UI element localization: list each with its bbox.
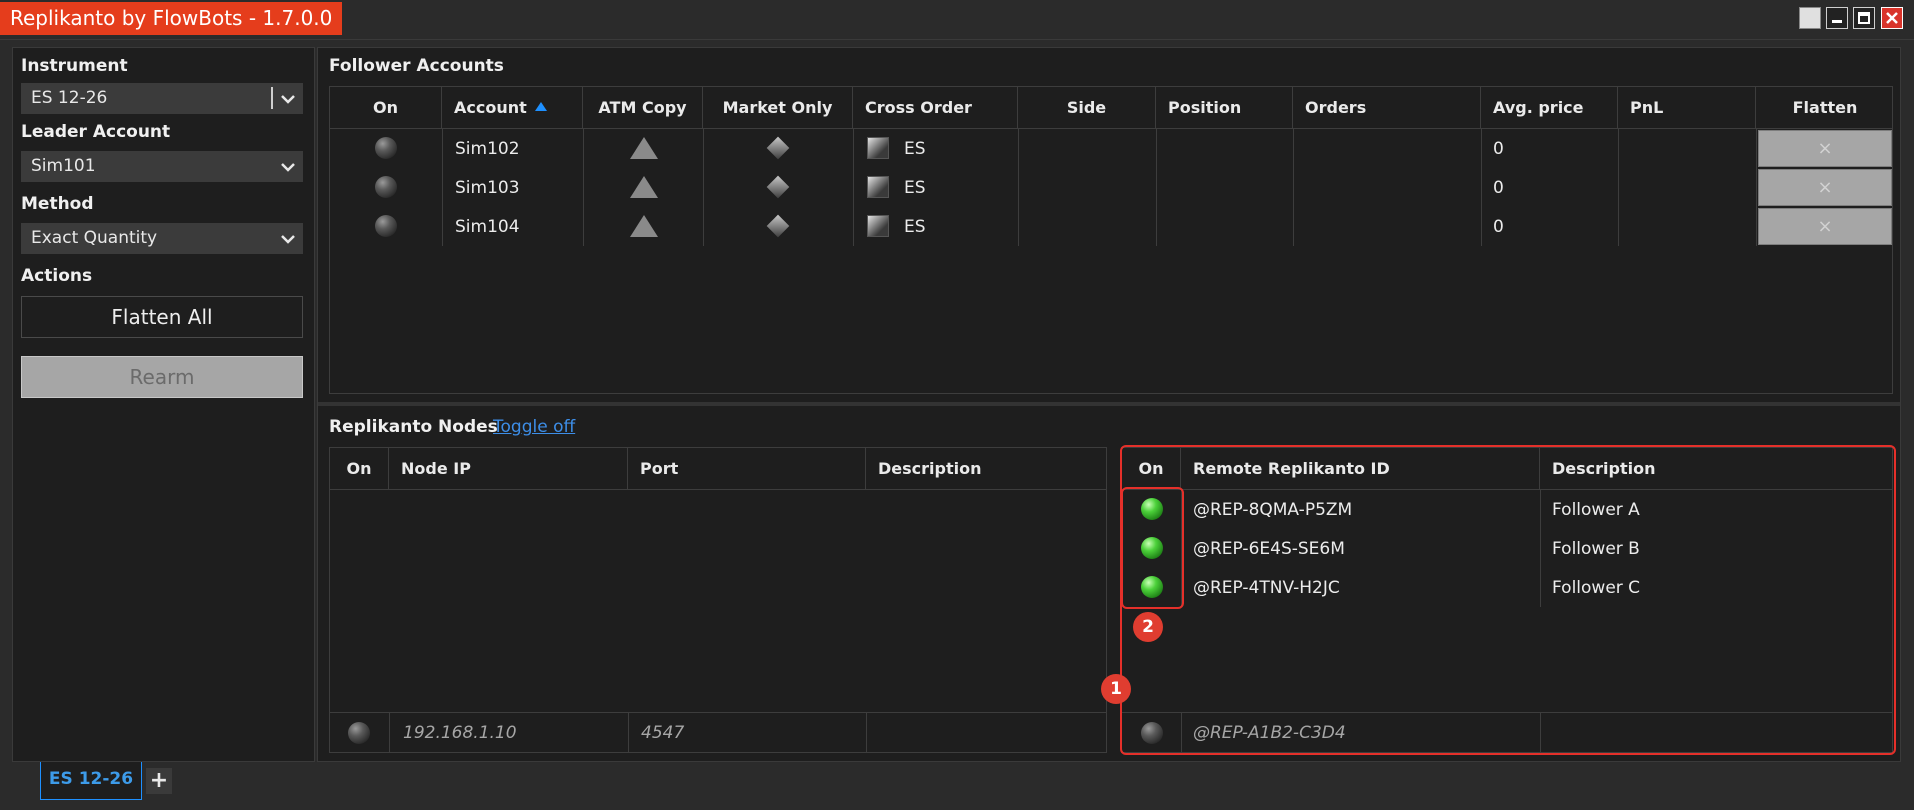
account-cell: Sim104 bbox=[455, 217, 520, 237]
col-header-orders[interactable]: Orders bbox=[1293, 87, 1481, 128]
avg-price-cell: 0 bbox=[1493, 217, 1504, 237]
maximize-button[interactable] bbox=[1853, 7, 1875, 29]
column-divider bbox=[1618, 128, 1619, 246]
on-toggle[interactable] bbox=[375, 176, 397, 198]
leader-account-value: Sim101 bbox=[31, 156, 96, 176]
column-divider bbox=[866, 713, 867, 753]
atm-copy-toggle[interactable] bbox=[630, 176, 658, 198]
leader-account-label: Leader Account bbox=[21, 122, 171, 142]
col-header-flatten[interactable]: Flatten bbox=[1756, 87, 1894, 128]
new-node-ip-input[interactable]: 192.168.1.10 bbox=[403, 723, 517, 743]
flatten-row-button[interactable]: × bbox=[1758, 169, 1892, 206]
flatten-row-button[interactable]: × bbox=[1758, 130, 1892, 167]
chevron-down-icon[interactable] bbox=[279, 90, 297, 108]
column-divider bbox=[442, 128, 443, 246]
close-button[interactable] bbox=[1881, 7, 1903, 29]
combo-separator bbox=[271, 87, 273, 109]
panel-splitter[interactable] bbox=[318, 402, 1900, 406]
column-divider bbox=[583, 128, 584, 246]
maximize-icon bbox=[1854, 8, 1874, 28]
atm-copy-toggle[interactable] bbox=[630, 215, 658, 237]
col-header-pnl[interactable]: PnL bbox=[1618, 87, 1756, 128]
method-value: Exact Quantity bbox=[31, 228, 158, 248]
col-header-description[interactable]: Description bbox=[866, 448, 1107, 489]
column-divider bbox=[703, 128, 704, 246]
cross-order-checkbox[interactable] bbox=[867, 215, 889, 237]
column-divider bbox=[1156, 128, 1157, 246]
col-header-cross-order[interactable]: Cross Order bbox=[853, 87, 1018, 128]
minimize-button[interactable] bbox=[1826, 7, 1848, 29]
column-divider bbox=[389, 713, 390, 753]
market-only-toggle[interactable] bbox=[766, 214, 790, 238]
instrument-label: Instrument bbox=[21, 56, 128, 76]
col-header-avg-price[interactable]: Avg. price bbox=[1481, 87, 1618, 128]
follower-accounts-title: Follower Accounts bbox=[329, 56, 504, 76]
follower-accounts-grid: On Account ATM Copy Market Only Cross Or… bbox=[329, 86, 1893, 394]
col-header-market-only[interactable]: Market Only bbox=[703, 87, 853, 128]
avg-price-cell: 0 bbox=[1493, 139, 1504, 159]
chevron-down-icon bbox=[281, 235, 295, 244]
on-toggle[interactable] bbox=[375, 215, 397, 237]
column-divider bbox=[1018, 128, 1019, 246]
tab-es-12-26[interactable]: ES 12-26 bbox=[40, 762, 142, 800]
new-node-description-input[interactable] bbox=[878, 723, 1058, 745]
col-header-on[interactable]: On bbox=[330, 448, 389, 489]
cross-order-cell: ES bbox=[904, 139, 926, 159]
grid-splitter[interactable] bbox=[1106, 447, 1107, 753]
actions-label: Actions bbox=[21, 266, 93, 286]
col-header-port[interactable]: Port bbox=[628, 448, 866, 489]
method-select[interactable]: Exact Quantity bbox=[21, 223, 303, 254]
column-divider bbox=[853, 128, 854, 246]
toggle-off-link[interactable]: Toggle off bbox=[493, 417, 575, 437]
rearm-button[interactable]: Rearm bbox=[21, 356, 303, 398]
blank-window-button[interactable] bbox=[1799, 7, 1821, 29]
chevron-down-icon bbox=[281, 163, 295, 172]
col-header-atm-copy[interactable]: ATM Copy bbox=[583, 87, 703, 128]
cross-order-checkbox[interactable] bbox=[867, 176, 889, 198]
cross-order-cell: ES bbox=[904, 217, 926, 237]
annotation-badge-2: 2 bbox=[1133, 612, 1163, 642]
col-header-node-ip[interactable]: Node IP bbox=[389, 448, 628, 489]
new-node-port-input[interactable]: 4547 bbox=[641, 723, 684, 743]
column-divider bbox=[1293, 128, 1294, 246]
header-divider bbox=[330, 489, 1106, 490]
nodes-grid: On Node IP Port Description 192.168.1.10… bbox=[329, 447, 1107, 753]
column-divider bbox=[1481, 128, 1482, 246]
header-divider bbox=[330, 128, 1892, 129]
col-header-account[interactable]: Account bbox=[442, 87, 583, 128]
minimize-icon bbox=[1827, 8, 1847, 28]
sort-ascending-icon bbox=[534, 102, 547, 111]
replikanto-nodes-title: Replikanto Nodes bbox=[329, 417, 498, 437]
annotation-badge-1: 1 bbox=[1101, 674, 1131, 704]
new-node-on-toggle[interactable] bbox=[348, 722, 370, 744]
col-header-side[interactable]: Side bbox=[1018, 87, 1156, 128]
column-divider bbox=[628, 713, 629, 753]
instrument-select[interactable]: ES 12-26 bbox=[21, 83, 303, 114]
annotation-box-1 bbox=[1120, 445, 1896, 755]
window-title: Replikanto by FlowBots - 1.7.0.0 bbox=[0, 2, 343, 35]
cross-order-cell: ES bbox=[904, 178, 926, 198]
account-cell: Sim102 bbox=[455, 139, 520, 159]
col-header-on[interactable]: On bbox=[330, 87, 442, 128]
flatten-row-button[interactable]: × bbox=[1758, 208, 1892, 245]
col-header-position[interactable]: Position bbox=[1156, 87, 1293, 128]
method-label: Method bbox=[21, 194, 94, 214]
new-row-divider bbox=[330, 712, 1106, 713]
atm-copy-toggle[interactable] bbox=[630, 137, 658, 159]
avg-price-cell: 0 bbox=[1493, 178, 1504, 198]
market-only-toggle[interactable] bbox=[766, 175, 790, 199]
flatten-all-button[interactable]: Flatten All bbox=[21, 296, 303, 338]
leader-account-select[interactable]: Sim101 bbox=[21, 151, 303, 182]
add-tab-button[interactable]: + bbox=[146, 768, 172, 794]
account-cell: Sim103 bbox=[455, 178, 520, 198]
on-toggle[interactable] bbox=[375, 137, 397, 159]
close-icon bbox=[1882, 8, 1902, 28]
column-divider bbox=[1756, 128, 1757, 246]
market-only-toggle[interactable] bbox=[766, 136, 790, 160]
instrument-value: ES 12-26 bbox=[31, 88, 108, 108]
col-header-account-label: Account bbox=[454, 98, 527, 117]
cross-order-checkbox[interactable] bbox=[867, 137, 889, 159]
annotation-box-2 bbox=[1121, 487, 1184, 609]
